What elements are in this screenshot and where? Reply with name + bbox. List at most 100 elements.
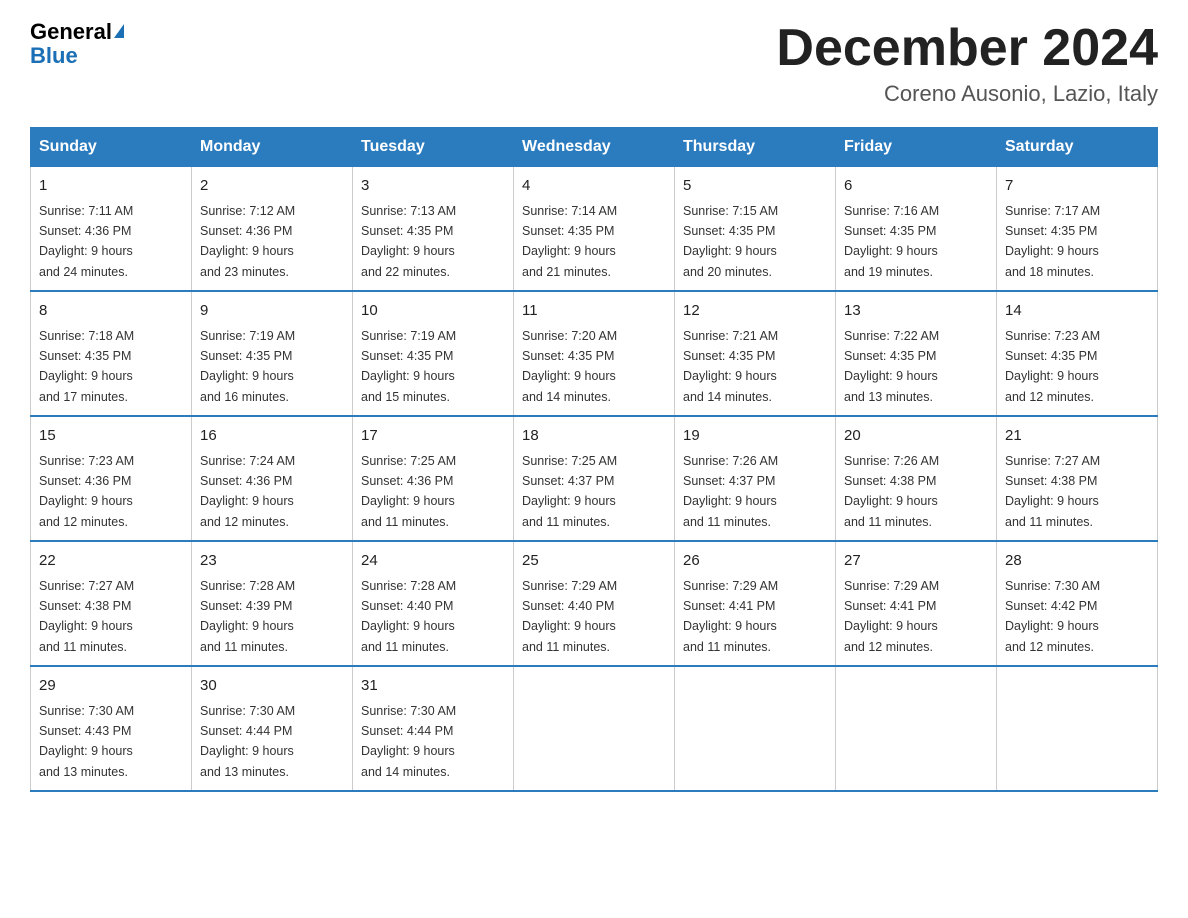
- day-number: 12: [683, 300, 827, 323]
- day-info: Sunrise: 7:30 AMSunset: 4:44 PMDaylight:…: [200, 704, 295, 779]
- calendar-cell: 28 Sunrise: 7:30 AMSunset: 4:42 PMDaylig…: [997, 541, 1158, 666]
- day-info: Sunrise: 7:26 AMSunset: 4:37 PMDaylight:…: [683, 454, 778, 529]
- location-subtitle: Coreno Ausonio, Lazio, Italy: [776, 81, 1158, 107]
- day-info: Sunrise: 7:22 AMSunset: 4:35 PMDaylight:…: [844, 329, 939, 404]
- calendar-cell: 4 Sunrise: 7:14 AMSunset: 4:35 PMDayligh…: [514, 167, 675, 292]
- day-number: 22: [39, 550, 183, 573]
- day-info: Sunrise: 7:28 AMSunset: 4:40 PMDaylight:…: [361, 579, 456, 654]
- day-number: 11: [522, 300, 666, 323]
- day-number: 13: [844, 300, 988, 323]
- day-info: Sunrise: 7:30 AMSunset: 4:43 PMDaylight:…: [39, 704, 134, 779]
- calendar-cell: 20 Sunrise: 7:26 AMSunset: 4:38 PMDaylig…: [836, 416, 997, 541]
- day-info: Sunrise: 7:24 AMSunset: 4:36 PMDaylight:…: [200, 454, 295, 529]
- day-info: Sunrise: 7:21 AMSunset: 4:35 PMDaylight:…: [683, 329, 778, 404]
- day-number: 14: [1005, 300, 1149, 323]
- calendar-cell: [836, 666, 997, 791]
- day-number: 20: [844, 425, 988, 448]
- calendar-cell: 17 Sunrise: 7:25 AMSunset: 4:36 PMDaylig…: [353, 416, 514, 541]
- day-number: 5: [683, 175, 827, 198]
- calendar-cell: 5 Sunrise: 7:15 AMSunset: 4:35 PMDayligh…: [675, 167, 836, 292]
- day-number: 30: [200, 675, 344, 698]
- logo-general-text: General: [30, 19, 112, 44]
- calendar-week-row-1: 8 Sunrise: 7:18 AMSunset: 4:35 PMDayligh…: [31, 291, 1158, 416]
- title-block: December 2024 Coreno Ausonio, Lazio, Ita…: [776, 20, 1158, 107]
- day-info: Sunrise: 7:20 AMSunset: 4:35 PMDaylight:…: [522, 329, 617, 404]
- day-number: 28: [1005, 550, 1149, 573]
- header-sunday: Sunday: [31, 128, 192, 167]
- day-number: 25: [522, 550, 666, 573]
- day-number: 7: [1005, 175, 1149, 198]
- day-number: 4: [522, 175, 666, 198]
- day-number: 31: [361, 675, 505, 698]
- day-number: 9: [200, 300, 344, 323]
- calendar-cell: 15 Sunrise: 7:23 AMSunset: 4:36 PMDaylig…: [31, 416, 192, 541]
- day-info: Sunrise: 7:30 AMSunset: 4:44 PMDaylight:…: [361, 704, 456, 779]
- calendar-table: Sunday Monday Tuesday Wednesday Thursday…: [30, 127, 1158, 792]
- day-number: 3: [361, 175, 505, 198]
- calendar-cell: 27 Sunrise: 7:29 AMSunset: 4:41 PMDaylig…: [836, 541, 997, 666]
- header-thursday: Thursday: [675, 128, 836, 167]
- day-number: 8: [39, 300, 183, 323]
- day-info: Sunrise: 7:28 AMSunset: 4:39 PMDaylight:…: [200, 579, 295, 654]
- header-tuesday: Tuesday: [353, 128, 514, 167]
- day-info: Sunrise: 7:27 AMSunset: 4:38 PMDaylight:…: [39, 579, 134, 654]
- day-number: 1: [39, 175, 183, 198]
- calendar-week-row-4: 29 Sunrise: 7:30 AMSunset: 4:43 PMDaylig…: [31, 666, 1158, 791]
- day-info: Sunrise: 7:15 AMSunset: 4:35 PMDaylight:…: [683, 204, 778, 279]
- day-info: Sunrise: 7:23 AMSunset: 4:36 PMDaylight:…: [39, 454, 134, 529]
- day-number: 27: [844, 550, 988, 573]
- logo-blue-text: Blue: [30, 44, 124, 68]
- calendar-cell: 18 Sunrise: 7:25 AMSunset: 4:37 PMDaylig…: [514, 416, 675, 541]
- day-number: 26: [683, 550, 827, 573]
- month-title: December 2024: [776, 20, 1158, 77]
- calendar-week-row-3: 22 Sunrise: 7:27 AMSunset: 4:38 PMDaylig…: [31, 541, 1158, 666]
- header-friday: Friday: [836, 128, 997, 167]
- calendar-cell: 19 Sunrise: 7:26 AMSunset: 4:37 PMDaylig…: [675, 416, 836, 541]
- day-info: Sunrise: 7:11 AMSunset: 4:36 PMDaylight:…: [39, 204, 133, 279]
- day-number: 10: [361, 300, 505, 323]
- day-number: 18: [522, 425, 666, 448]
- day-number: 23: [200, 550, 344, 573]
- day-number: 6: [844, 175, 988, 198]
- calendar-cell: 1 Sunrise: 7:11 AMSunset: 4:36 PMDayligh…: [31, 167, 192, 292]
- calendar-cell: 30 Sunrise: 7:30 AMSunset: 4:44 PMDaylig…: [192, 666, 353, 791]
- calendar-cell: 13 Sunrise: 7:22 AMSunset: 4:35 PMDaylig…: [836, 291, 997, 416]
- calendar-cell: 9 Sunrise: 7:19 AMSunset: 4:35 PMDayligh…: [192, 291, 353, 416]
- calendar-cell: 23 Sunrise: 7:28 AMSunset: 4:39 PMDaylig…: [192, 541, 353, 666]
- page-header: General Blue December 2024 Coreno Ausoni…: [30, 20, 1158, 107]
- calendar-cell: [514, 666, 675, 791]
- logo: General Blue: [30, 20, 124, 68]
- calendar-cell: 8 Sunrise: 7:18 AMSunset: 4:35 PMDayligh…: [31, 291, 192, 416]
- day-info: Sunrise: 7:16 AMSunset: 4:35 PMDaylight:…: [844, 204, 939, 279]
- calendar-cell: 31 Sunrise: 7:30 AMSunset: 4:44 PMDaylig…: [353, 666, 514, 791]
- header-wednesday: Wednesday: [514, 128, 675, 167]
- calendar-cell: [997, 666, 1158, 791]
- calendar-header-row: Sunday Monday Tuesday Wednesday Thursday…: [31, 128, 1158, 167]
- calendar-cell: 2 Sunrise: 7:12 AMSunset: 4:36 PMDayligh…: [192, 167, 353, 292]
- day-info: Sunrise: 7:29 AMSunset: 4:41 PMDaylight:…: [844, 579, 939, 654]
- calendar-cell: 24 Sunrise: 7:28 AMSunset: 4:40 PMDaylig…: [353, 541, 514, 666]
- day-info: Sunrise: 7:26 AMSunset: 4:38 PMDaylight:…: [844, 454, 939, 529]
- calendar-week-row-0: 1 Sunrise: 7:11 AMSunset: 4:36 PMDayligh…: [31, 167, 1158, 292]
- day-info: Sunrise: 7:30 AMSunset: 4:42 PMDaylight:…: [1005, 579, 1100, 654]
- calendar-cell: 16 Sunrise: 7:24 AMSunset: 4:36 PMDaylig…: [192, 416, 353, 541]
- day-number: 15: [39, 425, 183, 448]
- day-number: 21: [1005, 425, 1149, 448]
- logo-triangle-icon: [114, 24, 124, 38]
- day-info: Sunrise: 7:29 AMSunset: 4:40 PMDaylight:…: [522, 579, 617, 654]
- calendar-cell: 10 Sunrise: 7:19 AMSunset: 4:35 PMDaylig…: [353, 291, 514, 416]
- calendar-cell: 25 Sunrise: 7:29 AMSunset: 4:40 PMDaylig…: [514, 541, 675, 666]
- day-number: 2: [200, 175, 344, 198]
- day-number: 16: [200, 425, 344, 448]
- calendar-cell: 21 Sunrise: 7:27 AMSunset: 4:38 PMDaylig…: [997, 416, 1158, 541]
- day-info: Sunrise: 7:12 AMSunset: 4:36 PMDaylight:…: [200, 204, 295, 279]
- day-number: 17: [361, 425, 505, 448]
- day-info: Sunrise: 7:18 AMSunset: 4:35 PMDaylight:…: [39, 329, 134, 404]
- calendar-week-row-2: 15 Sunrise: 7:23 AMSunset: 4:36 PMDaylig…: [31, 416, 1158, 541]
- day-number: 29: [39, 675, 183, 698]
- day-info: Sunrise: 7:13 AMSunset: 4:35 PMDaylight:…: [361, 204, 456, 279]
- header-monday: Monday: [192, 128, 353, 167]
- calendar-cell: 11 Sunrise: 7:20 AMSunset: 4:35 PMDaylig…: [514, 291, 675, 416]
- day-info: Sunrise: 7:27 AMSunset: 4:38 PMDaylight:…: [1005, 454, 1100, 529]
- calendar-cell: [675, 666, 836, 791]
